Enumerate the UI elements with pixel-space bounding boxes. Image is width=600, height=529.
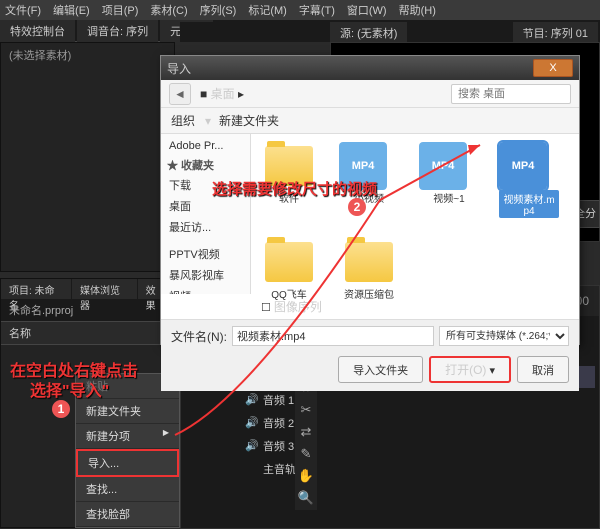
sidebar-favorites-header: ★ 收藏夹 — [165, 155, 246, 175]
sidebar-videos[interactable]: 视频 — [165, 286, 246, 294]
no-footage-label: (未选择素材) — [1, 43, 174, 67]
annotation-line2: 选择"导入" — [30, 377, 109, 401]
sidebar-recent[interactable]: Adobe Pr... — [165, 138, 246, 154]
menubar: 文件(F) 编辑(E) 项目(P) 素材(C) 序列(S) 标记(M) 字幕(T… — [0, 0, 600, 20]
menu-new-item[interactable]: 新建分项 — [76, 424, 179, 449]
menu-import[interactable]: 导入... — [76, 449, 179, 477]
folder-icon — [345, 242, 393, 282]
cancel-button[interactable]: 取消 — [517, 356, 569, 383]
nav-path[interactable]: ■ 桌面 ▸ — [200, 85, 445, 102]
hand-tool-icon[interactable]: ✋ — [296, 466, 316, 486]
column-name[interactable]: 名称 — [1, 321, 174, 345]
dialog-titlebar: 导入 X — [161, 56, 579, 80]
tab-project[interactable]: 项目: 未命名 — [1, 279, 71, 299]
track-audio1[interactable]: 🔊音频 1 — [185, 389, 595, 411]
folder-icon — [265, 242, 313, 282]
file-list[interactable]: 软件 MP4小视频 MP4视频~1 MP4视频素材.mp4 QQ飞车 资源压缩包 — [251, 134, 579, 294]
dialog-footer: 文件名(N): 所有可支持媒体 (*.264;*.3G2;* — [161, 319, 579, 352]
razor-tool-icon[interactable]: ✂ — [296, 400, 316, 420]
badge-2: 2 — [348, 198, 366, 216]
mute-icon[interactable]: 🔊 — [245, 439, 259, 453]
annotation-top: 选择需要修改尺寸的视频 — [212, 178, 377, 199]
effects-control-panel: (未选择素材) — [0, 42, 175, 272]
menu-help[interactable]: 帮助(H) — [399, 2, 436, 18]
nav-back-button[interactable]: ◄ — [169, 83, 191, 105]
dialog-toolbar: 组织 ▾ 新建文件夹 — [161, 108, 579, 134]
sidebar-pptv[interactable]: PPTV视频 — [165, 244, 246, 264]
track-audio2[interactable]: 🔊音频 2 — [185, 412, 595, 434]
program-monitor-tab[interactable]: 节目: 序列 01 — [513, 22, 598, 42]
mute-icon[interactable]: 🔊 — [245, 393, 259, 407]
menu-clip[interactable]: 素材(C) — [150, 2, 187, 18]
file-mp4-video1[interactable]: MP4视频~1 — [419, 142, 479, 218]
search-input[interactable] — [451, 84, 571, 104]
import-dialog: 导入 X ◄ ■ 桌面 ▸ 组织 ▾ 新建文件夹 Adobe Pr... ★ 收… — [160, 55, 580, 345]
import-folder-button[interactable]: 导入文件夹 — [338, 356, 423, 383]
filename-input[interactable] — [232, 326, 434, 346]
sidebar-recent-places[interactable]: 最近访... — [165, 217, 246, 237]
file-folder-resources[interactable]: 资源压缩包 — [339, 238, 399, 301]
source-monitor-tab[interactable]: 源: (无素材) — [330, 22, 407, 42]
tab-effects-control[interactable]: 特效控制台 — [0, 20, 75, 42]
menu-find[interactable]: 查找... — [76, 477, 179, 502]
menu-title[interactable]: 字幕(T) — [299, 2, 335, 18]
mute-icon[interactable]: 🔊 — [245, 416, 259, 430]
mp4-icon: MP4 — [419, 142, 467, 190]
preview-tabs: 源: (无素材) 节目: 序列 01 — [180, 22, 600, 42]
badge-1: 1 — [52, 400, 70, 418]
project-tabs: 项目: 未命名 媒体浏览器 效果 — [1, 279, 174, 299]
menu-window[interactable]: 窗口(W) — [347, 2, 387, 18]
tab-media-browser[interactable]: 媒体浏览器 — [72, 279, 137, 299]
new-folder-button[interactable]: 新建文件夹 — [219, 112, 279, 129]
menu-edit[interactable]: 编辑(E) — [53, 2, 90, 18]
menu-marker[interactable]: 标记(M) — [248, 2, 287, 18]
dialog-title: 导入 — [167, 60, 533, 77]
menu-sequence[interactable]: 序列(S) — [200, 2, 237, 18]
slip-tool-icon[interactable]: ⇄ — [296, 422, 316, 442]
zoom-tool-icon[interactable]: 🔍 — [296, 488, 316, 508]
menu-file[interactable]: 文件(F) — [5, 2, 41, 18]
menu-find-face[interactable]: 查找脸部 — [76, 502, 179, 527]
close-button[interactable]: X — [533, 59, 573, 77]
tab-audio-mixer[interactable]: 调音台: 序列 — [77, 20, 158, 42]
file-mp4-selected[interactable]: MP4视频素材.mp4 — [499, 142, 559, 218]
track-audio3[interactable]: 🔊音频 3 — [185, 435, 595, 457]
dialog-sidebar: Adobe Pr... ★ 收藏夹 下载 桌面 最近访... PPTV视频 暴风… — [161, 134, 251, 294]
pen-tool-icon[interactable]: ✎ — [296, 444, 316, 464]
sidebar-storm[interactable]: 暴风影视库 — [165, 265, 246, 285]
menu-new-folder[interactable]: 新建文件夹 — [76, 399, 179, 424]
dialog-nav: ◄ ■ 桌面 ▸ — [161, 80, 579, 108]
file-folder-qq[interactable]: QQ飞车 — [259, 238, 319, 301]
organize-button[interactable]: 组织 — [171, 112, 195, 129]
open-button[interactable]: 打开(O) ▾ — [429, 356, 511, 383]
dialog-body: Adobe Pr... ★ 收藏夹 下载 桌面 最近访... PPTV视频 暴风… — [161, 134, 579, 294]
sidebar-desktop[interactable]: 桌面 — [165, 196, 246, 216]
mp4-icon: MP4 — [499, 142, 547, 190]
menu-project[interactable]: 项目(P) — [102, 2, 139, 18]
filename-label: 文件名(N): — [171, 328, 227, 345]
track-master[interactable]: 主音轨 — [185, 458, 595, 480]
dialog-buttons: 导入文件夹 打开(O) ▾ 取消 — [161, 352, 579, 391]
filetype-select[interactable]: 所有可支持媒体 (*.264;*.3G2;* — [439, 326, 569, 346]
